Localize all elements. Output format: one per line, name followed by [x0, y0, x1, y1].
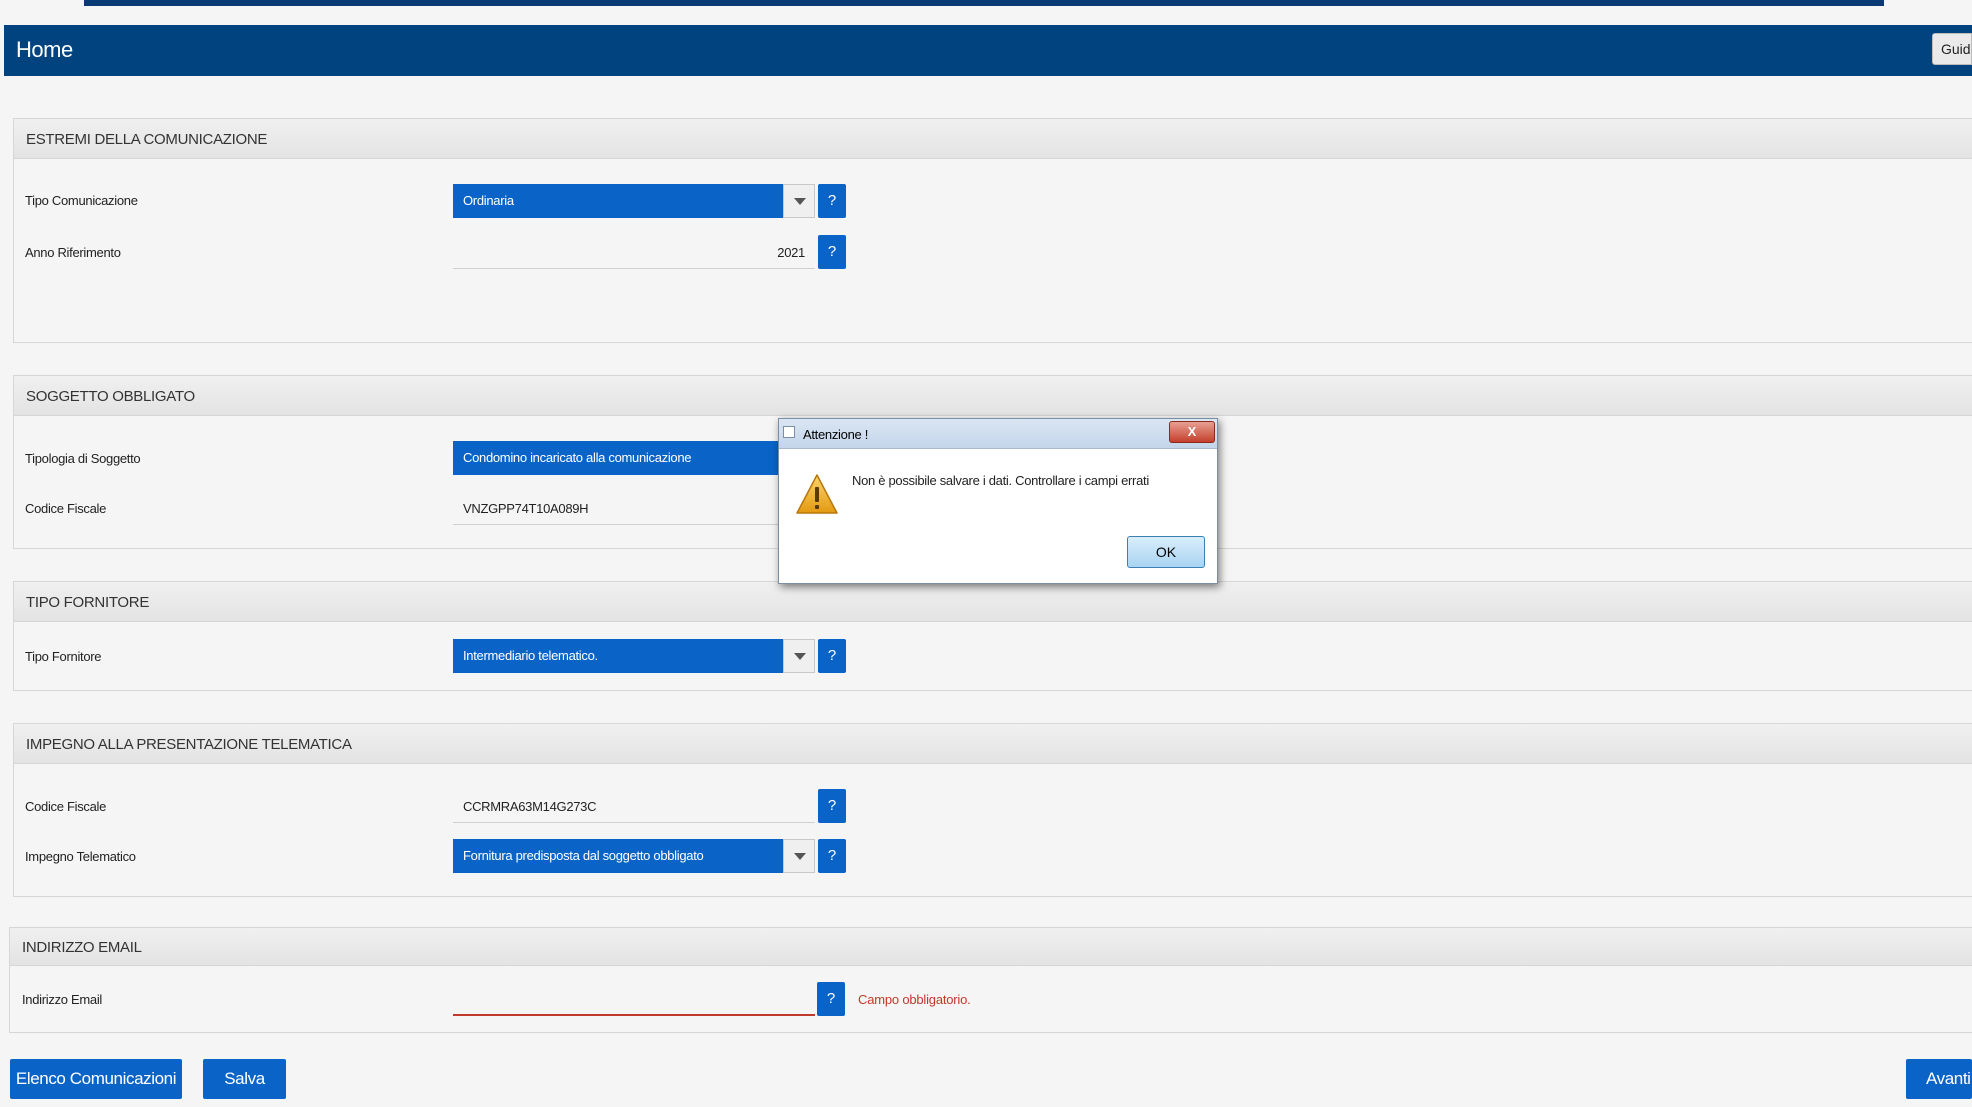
help-button[interactable]: ?: [818, 839, 846, 873]
elenco-comunicazioni-button[interactable]: Elenco Comunicazioni: [10, 1059, 182, 1099]
dialog-titlebar[interactable]: Attenzione ! X: [779, 419, 1217, 449]
save-button[interactable]: Salva: [203, 1059, 286, 1099]
help-button[interactable]: ?: [818, 789, 846, 823]
tipologia-soggetto-label: Tipologia di Soggetto: [25, 451, 141, 466]
dialog-title: Attenzione !: [803, 427, 869, 442]
email-error-message: Campo obbligatorio.: [858, 992, 971, 1007]
impegno-telematico-select[interactable]: Fornitura predisposta dal soggetto obbli…: [453, 839, 815, 873]
guide-button[interactable]: Guida: [1932, 33, 1972, 65]
section-title: ESTREMI DELLA COMUNICAZIONE: [14, 119, 1972, 159]
impegno-telematico-label: Impegno Telematico: [25, 849, 136, 864]
section-title: INDIRIZZO EMAIL: [10, 928, 1972, 966]
indirizzo-email-label: Indirizzo Email: [22, 992, 103, 1007]
anno-riferimento-field[interactable]: 2021: [453, 235, 815, 269]
tipologia-soggetto-select[interactable]: Condomino incaricato alla comunicazione: [453, 441, 783, 475]
codice-fiscale-field[interactable]: VNZGPP74T10A089H: [453, 491, 783, 525]
tipo-fornitore-select[interactable]: Intermediario telematico.: [453, 639, 815, 673]
select-value: Intermediario telematico.: [463, 648, 598, 663]
warning-icon: [795, 473, 839, 520]
codice-fiscale-label: Codice Fiscale: [25, 501, 107, 516]
section-email: INDIRIZZO EMAIL: [9, 927, 1972, 1033]
ok-button[interactable]: OK: [1127, 536, 1205, 568]
alert-dialog: Attenzione ! X Non è possibile salvare i…: [778, 418, 1218, 584]
chevron-down-icon[interactable]: [783, 184, 815, 218]
anno-riferimento-label: Anno Riferimento: [25, 245, 121, 260]
select-value: Fornitura predisposta dal soggetto obbli…: [463, 848, 704, 863]
section-title: TIPO FORNITORE: [14, 582, 1972, 622]
close-button[interactable]: X: [1169, 421, 1215, 443]
page-title: Home: [16, 37, 73, 62]
section-title: IMPEGNO ALLA PRESENTAZIONE TELEMATICA: [14, 724, 1972, 764]
codice-fiscale-impegno-field[interactable]: CCRMRA63M14G273C: [453, 789, 815, 823]
tipo-comunicazione-select[interactable]: Ordinaria: [453, 184, 815, 218]
select-value: Condomino incaricato alla comunicazione: [463, 450, 692, 465]
email-field[interactable]: [453, 982, 815, 1016]
help-button[interactable]: ?: [818, 184, 846, 218]
header-bar: Home Guida: [4, 25, 1972, 76]
tipo-comunicazione-label: Tipo Comunicazione: [25, 193, 138, 208]
help-button[interactable]: ?: [817, 982, 845, 1016]
section-impegno: IMPEGNO ALLA PRESENTAZIONE TELEMATICA: [13, 723, 1972, 897]
chevron-down-icon[interactable]: [783, 639, 815, 673]
next-button[interactable]: Avanti: [1906, 1059, 1972, 1099]
section-title: SOGGETTO OBBLIGATO: [14, 376, 1972, 416]
chevron-down-icon[interactable]: [783, 839, 815, 873]
top-strip: [84, 0, 1884, 6]
tipo-fornitore-label: Tipo Fornitore: [25, 649, 102, 664]
help-button[interactable]: ?: [818, 639, 846, 673]
codice-fiscale-impegno-label: Codice Fiscale: [25, 799, 107, 814]
section-estremi: ESTREMI DELLA COMUNICAZIONE: [13, 118, 1972, 343]
section-fornitore: TIPO FORNITORE: [13, 581, 1972, 691]
window-icon: [783, 426, 795, 438]
select-value: Ordinaria: [463, 193, 514, 208]
dialog-message: Non è possibile salvare i dati. Controll…: [852, 473, 1149, 488]
help-button[interactable]: ?: [818, 235, 846, 269]
